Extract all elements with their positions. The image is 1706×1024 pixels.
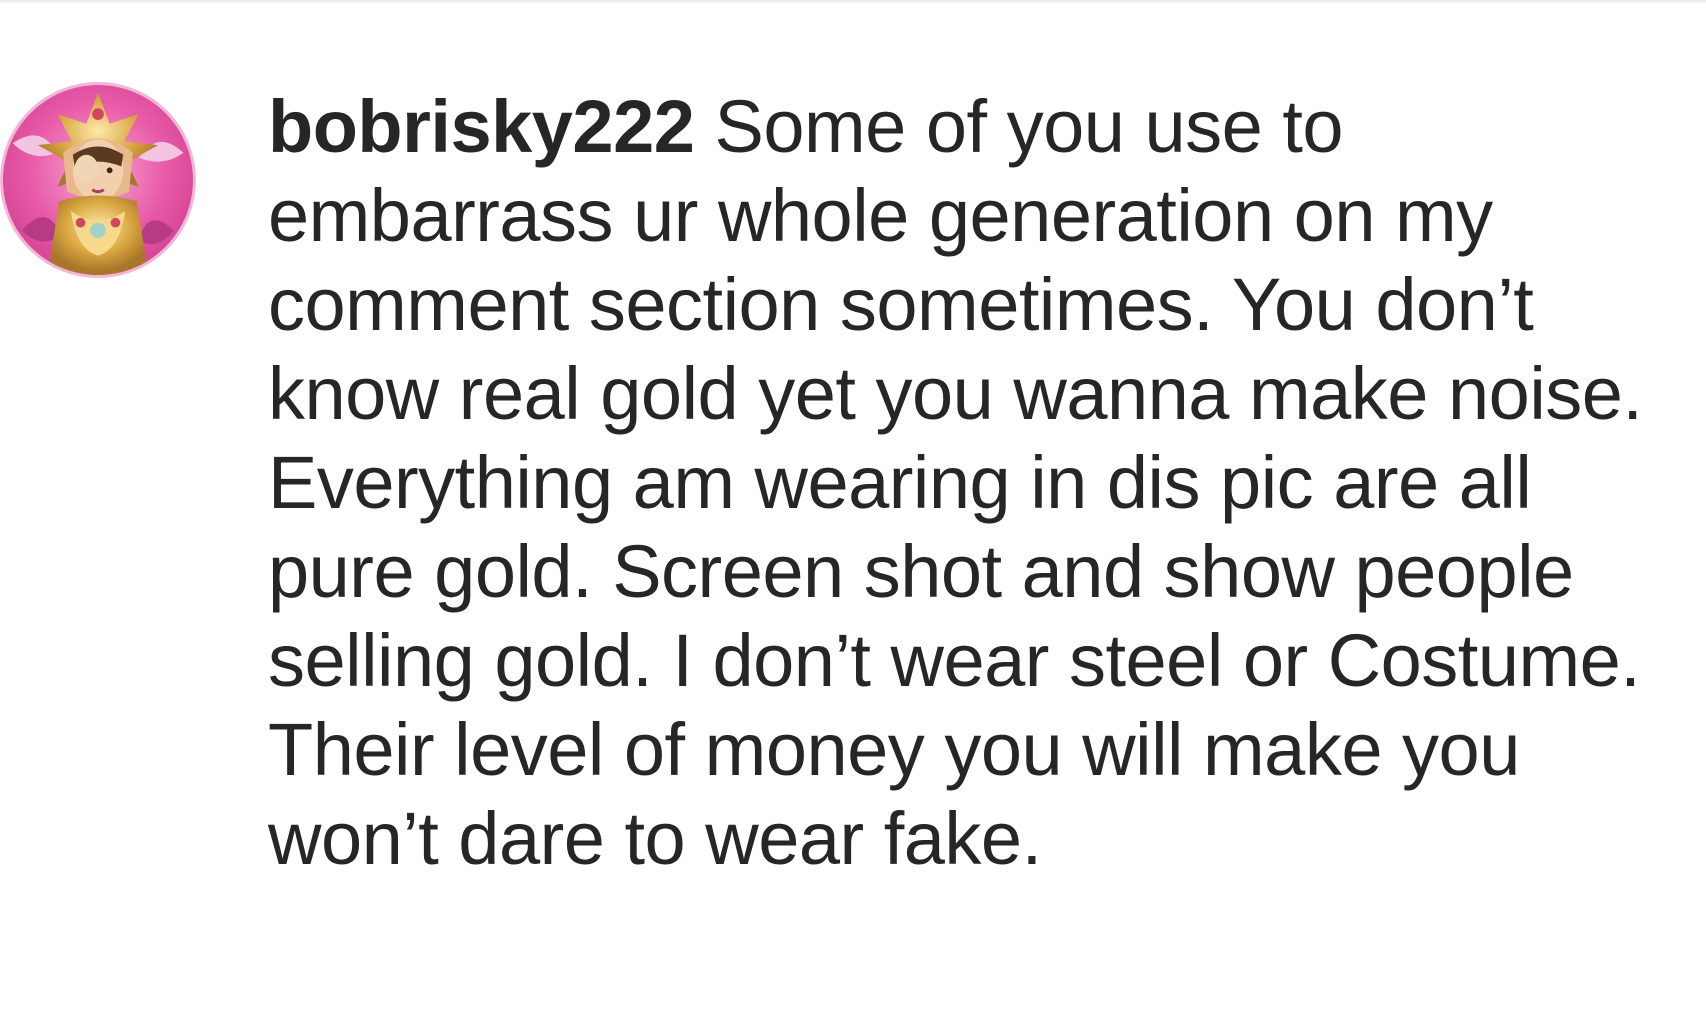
avatar-image [3,85,193,275]
profile-photo-avatar[interactable] [0,82,196,278]
comment-body: bobrisky222 Some of you use to embarrass… [268,82,1693,883]
comment-text: Some of you use to embarrass ur whole ge… [268,85,1643,880]
comment-username[interactable]: bobrisky222 [268,85,695,168]
comment-item: bobrisky222 Some of you use to embarrass… [0,82,1706,882]
top-divider [0,0,1706,4]
